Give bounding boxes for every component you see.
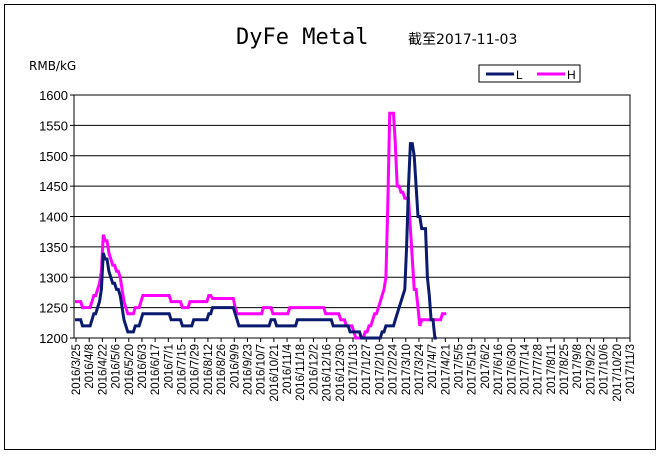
x-tick-label: 2017/5/5 <box>454 344 466 389</box>
x-tick-label: 2017/7/28 <box>533 344 545 395</box>
x-tick-label: 2016/4/22 <box>97 344 109 395</box>
x-tick-label: 2017/4/21 <box>440 344 452 395</box>
x-tick-label: 2017/2/10 <box>374 344 386 395</box>
y-axis-ticks: 1200 1250 1300 1350 1400 1450 1500 1550 1600 <box>39 88 74 346</box>
y-tick-label: 1300 <box>39 270 68 285</box>
x-tick-label: 2017/9/22 <box>585 344 597 395</box>
y-axis-unit-label: RMB/kG <box>29 59 76 73</box>
legend-label-L: L <box>516 68 523 82</box>
x-tick-label: 2016/12/30 <box>335 344 347 402</box>
x-tick-label: 2016/3/25 <box>71 344 83 395</box>
legend: L H <box>478 64 581 83</box>
x-tick-label: 2016/5/20 <box>124 344 136 395</box>
x-tick-label: 2016/9/23 <box>242 344 254 395</box>
x-tick-label: 2017/11/3 <box>625 344 637 394</box>
y-tick-label: 1350 <box>39 240 68 255</box>
x-tick-label: 2017/3/24 <box>414 343 426 395</box>
x-tick-label: 2017/5/19 <box>467 344 479 395</box>
x-tick-label: 2017/6/30 <box>506 344 518 395</box>
y-tick-label: 1400 <box>39 210 68 225</box>
x-tick-label: 2016/9/9 <box>229 344 241 389</box>
x-tick-label: 2017/6/16 <box>493 344 505 395</box>
x-tick-label: 2016/6/3 <box>137 344 149 389</box>
x-tick-label: 2017/4/7 <box>427 344 439 389</box>
x-tick-label: 2017/7/14 <box>519 343 531 395</box>
x-tick-label: 2016/7/1 <box>163 344 175 389</box>
x-tick-label: 2016/6/17 <box>150 344 162 395</box>
x-tick-label: 2017/6/2 <box>480 344 492 389</box>
y-tick-label: 1500 <box>39 149 68 164</box>
x-tick-label: 2016/10/21 <box>269 344 281 402</box>
x-tick-label: 2017/9/8 <box>572 344 584 389</box>
x-tick-label: 2016/8/12 <box>203 344 215 395</box>
x-tick-label: 2016/5/6 <box>111 344 123 389</box>
x-tick-label: 2017/1/27 <box>361 344 373 395</box>
x-tick-label: 2016/12/16 <box>322 344 334 402</box>
series-lines <box>75 111 447 340</box>
x-tick-label: 2016/7/29 <box>190 344 202 395</box>
x-tick-label: 2016/11/18 <box>295 344 307 401</box>
y-tick-label: 1250 <box>39 301 68 316</box>
x-tick-label: 2017/10/6 <box>599 344 611 395</box>
series-line-L <box>75 142 437 340</box>
x-tick-label: 2016/12/2 <box>308 344 320 395</box>
chart-svg: DyFe Metal 截至2017-11-03 RMB/kG L H 12001… <box>29 25 637 402</box>
y-tick-label: 1550 <box>39 118 68 133</box>
series-line-H <box>75 111 447 340</box>
legend-label-H: H <box>567 68 576 82</box>
x-tick-label: 2016/11/4 <box>282 343 294 394</box>
gridlines <box>74 124 630 309</box>
x-tick-label: 2017/8/25 <box>559 344 571 395</box>
x-tick-label: 2016/7/15 <box>177 344 189 395</box>
x-tick-label: 2017/1/13 <box>348 344 360 395</box>
y-tick-label: 1450 <box>39 179 68 194</box>
x-tick-label: 2017/3/10 <box>401 344 413 395</box>
chart-subtitle: 截至2017-11-03 <box>408 32 517 48</box>
x-tick-label: 2016/4/8 <box>84 344 96 389</box>
x-tick-label: 2017/2/24 <box>388 343 400 395</box>
chart-title: DyFe Metal <box>236 25 368 50</box>
x-tick-label: 2016/8/26 <box>216 344 228 395</box>
x-tick-label: 2017/10/20 <box>612 344 624 402</box>
x-tick-label: 2016/10/7 <box>256 344 268 395</box>
x-tick-label: 2017/8/11 <box>546 344 558 394</box>
y-tick-label: 1600 <box>39 88 68 103</box>
x-axis-ticks: 2016/3/25 2016/4/8 2016/4/22 2016/5/6 2016/5… <box>71 338 637 402</box>
y-tick-label: 1200 <box>39 331 68 346</box>
